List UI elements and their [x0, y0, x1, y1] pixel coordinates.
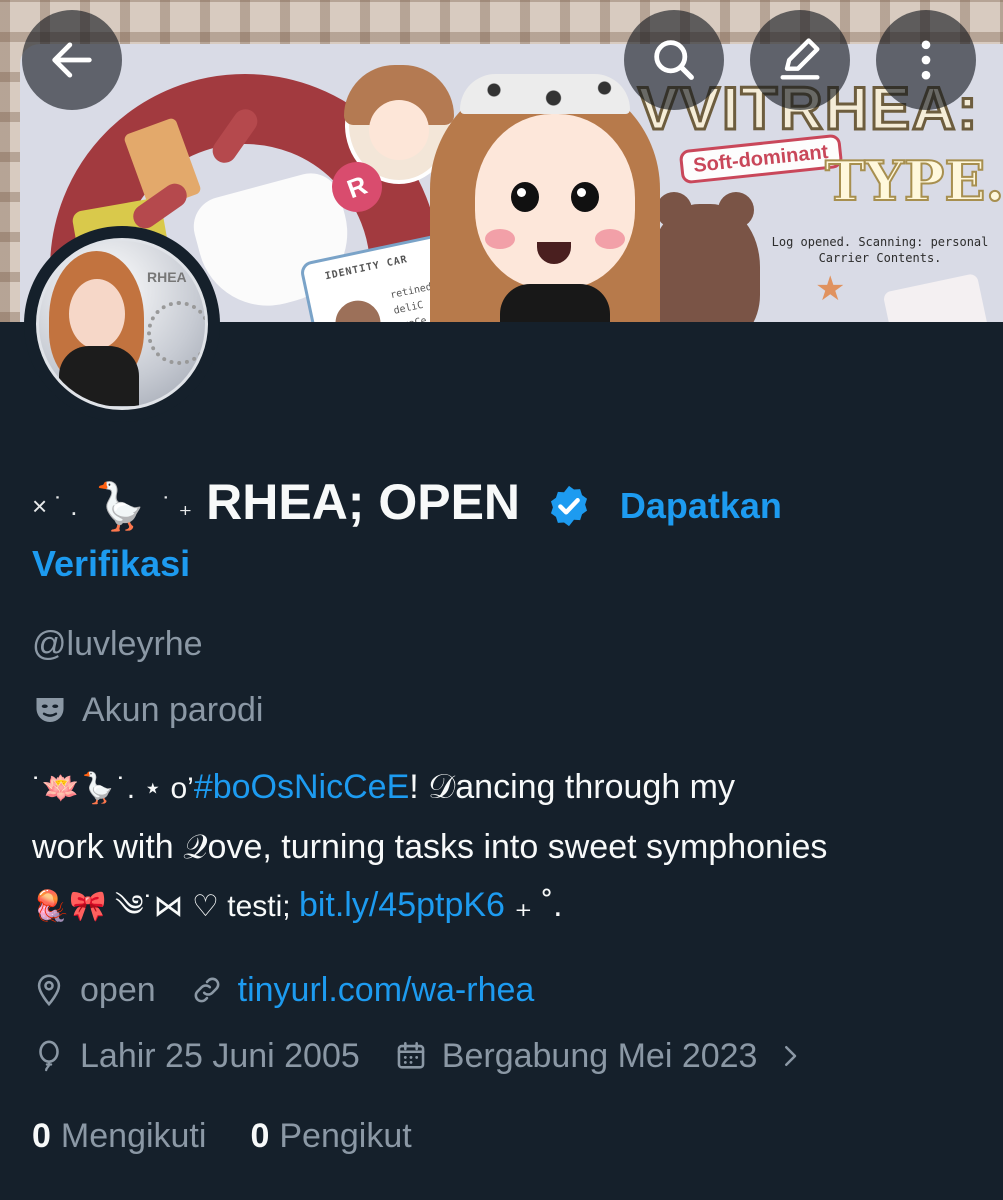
banner-type-text: TYPE. — [824, 148, 1003, 214]
name-decoration: ˙ ₊ — [162, 490, 193, 521]
more-vertical-icon — [921, 40, 931, 80]
edit-button[interactable] — [750, 10, 850, 110]
bio-text: 🪼🎀 ༄˙⋈ ♡ testi; — [32, 890, 299, 923]
joined-date-text: Bergabung Mei 2023 — [441, 1037, 758, 1075]
avatar-ring-decoration — [147, 301, 205, 365]
testimonial-link[interactable]: bit.ly/45ptpK6 — [299, 886, 505, 924]
display-name: RHEA; OPEN — [206, 474, 521, 530]
parody-account-label[interactable]: Akun parodi — [32, 688, 263, 732]
get-verified-link[interactable]: Verifikasi — [32, 540, 190, 588]
profile-bio: ˙🪷🪿˙. ⋆ o’#boOsNicCeE! 𝒟ancing through m… — [32, 758, 977, 936]
hashtag-link[interactable]: #boOsNicCeE — [194, 768, 409, 806]
arrow-left-icon — [52, 42, 92, 78]
location-text: open — [80, 971, 156, 1009]
followers-link[interactable]: 0 Pengikut — [250, 1114, 411, 1158]
more-options-button[interactable] — [876, 10, 976, 110]
theater-mask-icon — [36, 698, 64, 722]
banner-girl-body — [500, 284, 610, 322]
chevron-right-icon[interactable] — [775, 1041, 805, 1071]
parody-label: Akun parodi — [82, 691, 264, 729]
following-count: 0 — [32, 1117, 51, 1155]
banner-girl-face — [475, 114, 635, 289]
back-button[interactable] — [22, 10, 122, 110]
profile-meta-row: open tinyurl.com/wa-rhea — [32, 968, 534, 1012]
banner-bear — [650, 192, 760, 322]
avatar-image: RHEA — [36, 238, 208, 410]
followers-label: Pengikut — [279, 1117, 412, 1155]
display-name-row: × ˙ . 🪿 ˙ ₊ RHEA; OPEN Dapatkan — [32, 470, 982, 538]
location-pin-icon — [37, 974, 61, 1007]
banner-girl-headband — [460, 74, 630, 114]
profile-avatar[interactable]: RHEA — [24, 226, 220, 422]
identity-card-title: IDENTITY CAR — [324, 254, 409, 283]
calendar-icon — [397, 1041, 425, 1069]
name-decoration: × ˙ . — [32, 490, 78, 521]
link-icon — [194, 977, 220, 1003]
birthday-text: Lahir 25 Juni 2005 — [80, 1037, 360, 1075]
follow-stats: 0 Mengikuti 0 Pengikut — [32, 1114, 412, 1158]
bio-text: ˙🪷🪿˙. ⋆ o’ — [32, 772, 194, 805]
bear-sticker — [331, 296, 385, 322]
goose-emoji: 🪿 — [91, 479, 149, 532]
banner-log-text: Log opened. Scanning: personal Carrier C… — [771, 235, 989, 265]
following-label: Mengikuti — [60, 1117, 207, 1155]
search-button[interactable] — [624, 10, 724, 110]
bio-text: work with 𝒬ove, turning tasks into sweet… — [32, 828, 828, 866]
envelope-icon — [882, 272, 994, 322]
star-icon: ★ — [815, 270, 846, 308]
get-verified-link[interactable]: Dapatkan — [620, 485, 782, 526]
avatar-tag: RHEA — [147, 269, 187, 285]
verified-badge-icon[interactable] — [546, 483, 592, 529]
user-handle: @luvleyrhe — [32, 625, 203, 663]
following-link[interactable]: 0 Mengikuti — [32, 1114, 206, 1158]
followers-count: 0 — [250, 1117, 270, 1155]
website-link[interactable]: tinyurl.com/wa-rhea — [238, 968, 535, 1012]
search-icon — [654, 40, 694, 80]
pencil-icon — [780, 38, 820, 80]
balloon-icon — [39, 1040, 59, 1072]
bio-text: ₊ ˚. — [504, 886, 563, 924]
bio-text: ! 𝒟ancing through my — [409, 768, 735, 806]
profile-meta-row: Lahir 25 Juni 2005 Bergabung Mei 2023 — [32, 1034, 805, 1078]
